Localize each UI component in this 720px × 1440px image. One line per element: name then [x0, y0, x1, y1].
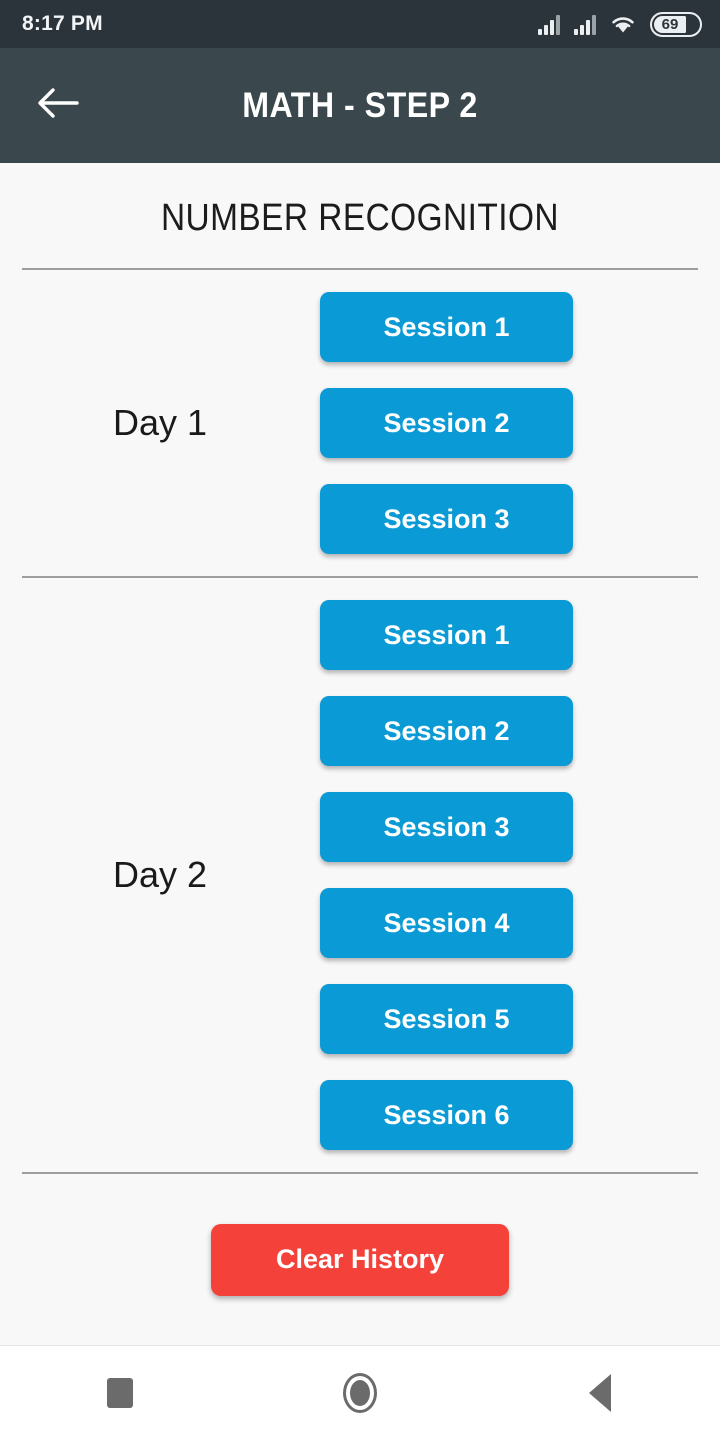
session-button[interactable]: Session 3: [320, 792, 573, 862]
wifi-icon: [610, 13, 636, 35]
battery-icon: 69: [650, 11, 702, 37]
session-button[interactable]: Session 2: [320, 696, 573, 766]
session-button[interactable]: Session 4: [320, 888, 573, 958]
session-list: Session 1 Session 2 Session 3 Session 4 …: [320, 600, 720, 1150]
signal-icon: [574, 13, 596, 35]
square-recents-icon: [107, 1378, 133, 1408]
app-bar: MATH - STEP 2: [0, 48, 720, 163]
session-button[interactable]: Session 2: [320, 388, 573, 458]
clear-history-button[interactable]: Clear History: [211, 1223, 509, 1296]
main-content: NUMBER RECOGNITION Day 1 Session 1 Sessi…: [0, 163, 720, 1345]
session-button[interactable]: Session 5: [320, 984, 573, 1054]
status-time: 8:17 PM: [22, 12, 103, 35]
section-heading: NUMBER RECOGNITION: [160, 197, 560, 239]
signal-icon: [538, 13, 560, 35]
session-button[interactable]: Session 6: [320, 1080, 573, 1150]
circle-home-icon: [343, 1373, 377, 1413]
day-label: Day 1: [112, 402, 208, 443]
triangle-back-icon: [589, 1374, 611, 1412]
day-label: Day 2: [112, 854, 208, 895]
footer-area: Clear History: [0, 1174, 720, 1345]
phone-screen: 8:17 PM 69 MATH - STEP 2 NUMBER RECOGNIT…: [0, 0, 720, 1440]
battery-level: 69: [661, 15, 679, 33]
session-list: Session 1 Session 2 Session 3: [320, 292, 720, 554]
status-bar: 8:17 PM 69: [0, 0, 720, 48]
system-nav-bar: [0, 1345, 720, 1440]
status-icon-group: 69: [538, 11, 702, 37]
day-block: Day 2 Session 1 Session 2 Session 3 Sess…: [0, 578, 720, 1172]
session-button[interactable]: Session 3: [320, 484, 573, 554]
recents-button[interactable]: [0, 1346, 240, 1440]
nav-back-button[interactable]: [480, 1346, 720, 1440]
day-block: Day 1 Session 1 Session 2 Session 3: [0, 270, 720, 576]
home-button[interactable]: [240, 1346, 480, 1440]
session-button[interactable]: Session 1: [320, 600, 573, 670]
page-title: MATH - STEP 2: [242, 85, 478, 125]
session-button[interactable]: Session 1: [320, 292, 573, 362]
